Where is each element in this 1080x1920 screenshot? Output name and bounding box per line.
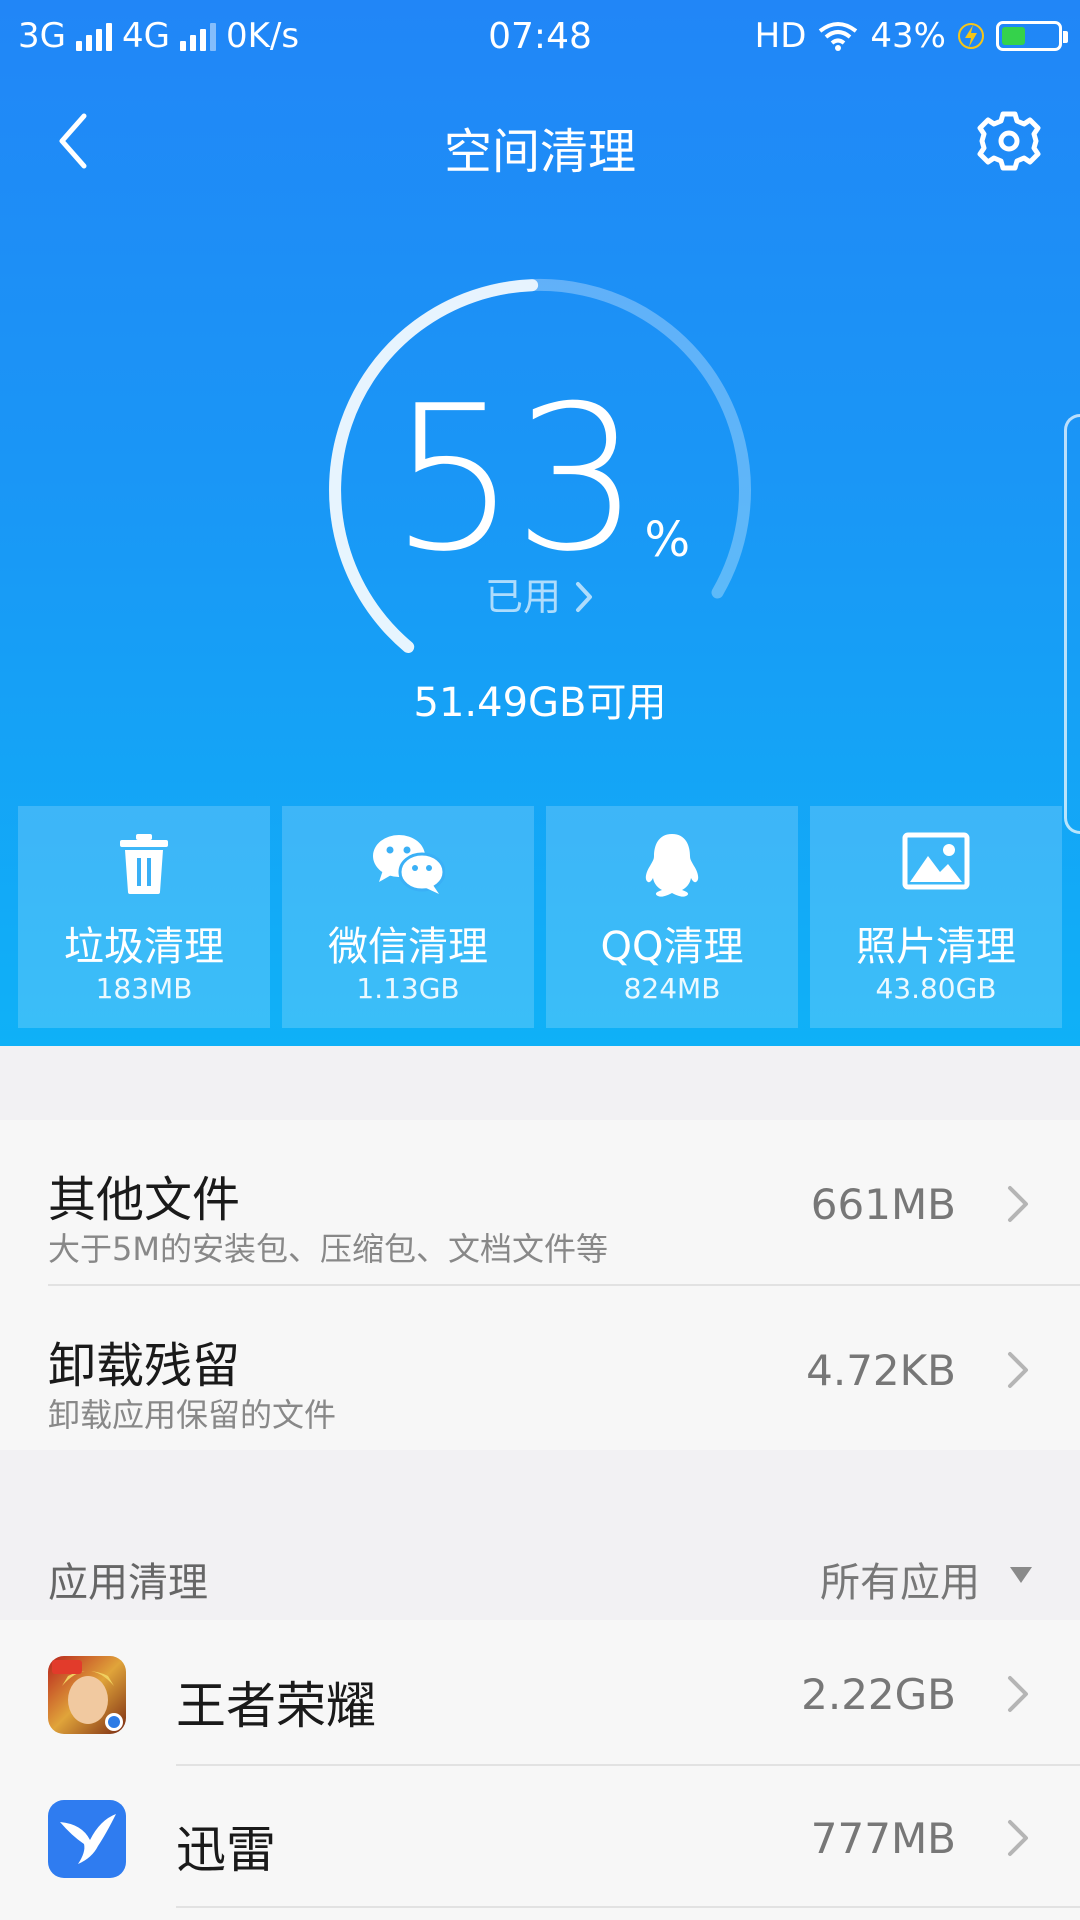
app-row[interactable]: 迅雷 777MB xyxy=(0,1768,1080,1910)
row-subtitle: 大于5M的安装包、压缩包、文档文件等 xyxy=(48,1230,608,1268)
divider xyxy=(176,1764,1080,1766)
app-clean-header: 应用清理 所有应用 xyxy=(0,1530,1080,1620)
photo-icon xyxy=(902,832,970,890)
wechat-icon xyxy=(373,835,445,894)
charging-bolt-icon xyxy=(958,23,984,49)
row-title: 卸载残留 xyxy=(48,1338,241,1394)
card-label: 照片清理 xyxy=(856,924,1016,970)
chevron-right-icon xyxy=(1008,1820,1028,1856)
app-size: 777MB xyxy=(810,1814,956,1863)
row-title: 其他文件 xyxy=(48,1172,241,1228)
caret-down-icon[interactable] xyxy=(1008,1564,1034,1586)
other-files-row[interactable]: 其他文件 大于5M的安装包、压缩包、文档文件等 661MB xyxy=(0,1120,1080,1286)
app-row[interactable]: 王者荣耀 2.22GB xyxy=(0,1624,1080,1766)
row-size: 661MB xyxy=(810,1180,956,1229)
title-bar: 空间清理 xyxy=(0,76,1080,206)
used-percent-value: 53 xyxy=(389,363,640,596)
xunlei-icon xyxy=(48,1800,126,1878)
app-filter-dropdown[interactable]: 所有应用 xyxy=(820,1550,980,1608)
uninstall-residue-row[interactable]: 卸载残留 卸载应用保留的文件 4.72KB xyxy=(0,1286,1080,1452)
clean-category-cards: 垃圾清理 183MB 微信清理 1.13GB QQ清理 824MB 照片清理 4… xyxy=(18,806,1062,1028)
card-size: 824MB xyxy=(623,972,721,1005)
card-qq-clean[interactable]: QQ清理 824MB xyxy=(546,806,798,1028)
card-icon-wrap xyxy=(810,832,1062,896)
app-name: 王者荣耀 xyxy=(176,1677,376,1735)
app-name: 迅雷 xyxy=(176,1821,276,1879)
app-size: 2.22GB xyxy=(801,1670,956,1719)
card-junk-clean[interactable]: 垃圾清理 183MB xyxy=(18,806,270,1028)
used-label: 已用 xyxy=(484,575,561,619)
chevron-right-icon xyxy=(1008,1352,1028,1388)
card-photo-clean[interactable]: 照片清理 43.80GB xyxy=(810,806,1062,1028)
battery-percent: 43% xyxy=(870,16,946,56)
available-space: 51.49GB可用 xyxy=(413,680,667,726)
card-icon-wrap xyxy=(282,832,534,896)
chevron-right-icon xyxy=(576,582,593,612)
page-title: 空间清理 xyxy=(443,124,636,180)
card-size: 1.13GB xyxy=(356,972,460,1005)
card-label: 垃圾清理 xyxy=(64,924,224,970)
section-label: 应用清理 xyxy=(48,1560,208,1606)
edge-panel-handle[interactable] xyxy=(1064,414,1080,834)
card-size: 183MB xyxy=(95,972,193,1005)
used-percent-display: 53% xyxy=(0,380,1080,580)
card-label: 微信清理 xyxy=(328,924,488,970)
hd-indicator: HD xyxy=(754,16,807,56)
status-right: HD 43% xyxy=(754,16,1068,56)
divider xyxy=(176,1906,1080,1908)
status-bar: 3G 4G 0K/s 07:48 HD 43% xyxy=(0,0,1080,76)
card-wechat-clean[interactable]: 微信清理 1.13GB xyxy=(282,806,534,1028)
honor-of-kings-icon xyxy=(48,1656,126,1734)
chevron-right-icon xyxy=(1008,1676,1028,1712)
qq-penguin-icon xyxy=(645,834,699,897)
battery-fill xyxy=(1002,27,1026,45)
row-size: 4.72KB xyxy=(806,1346,956,1395)
battery-icon xyxy=(996,21,1068,51)
card-size: 43.80GB xyxy=(875,972,997,1005)
chevron-right-icon xyxy=(1008,1186,1028,1222)
settings-gear-icon[interactable] xyxy=(974,106,1044,176)
percent-sign: % xyxy=(644,512,691,568)
row-subtitle: 卸载应用保留的文件 xyxy=(48,1396,337,1434)
card-label: QQ清理 xyxy=(600,924,744,970)
card-icon-wrap xyxy=(546,832,798,897)
wifi-icon xyxy=(819,22,858,51)
used-details-link[interactable]: 已用 xyxy=(0,566,1080,621)
trash-icon xyxy=(120,834,168,894)
card-icon-wrap xyxy=(18,832,270,896)
